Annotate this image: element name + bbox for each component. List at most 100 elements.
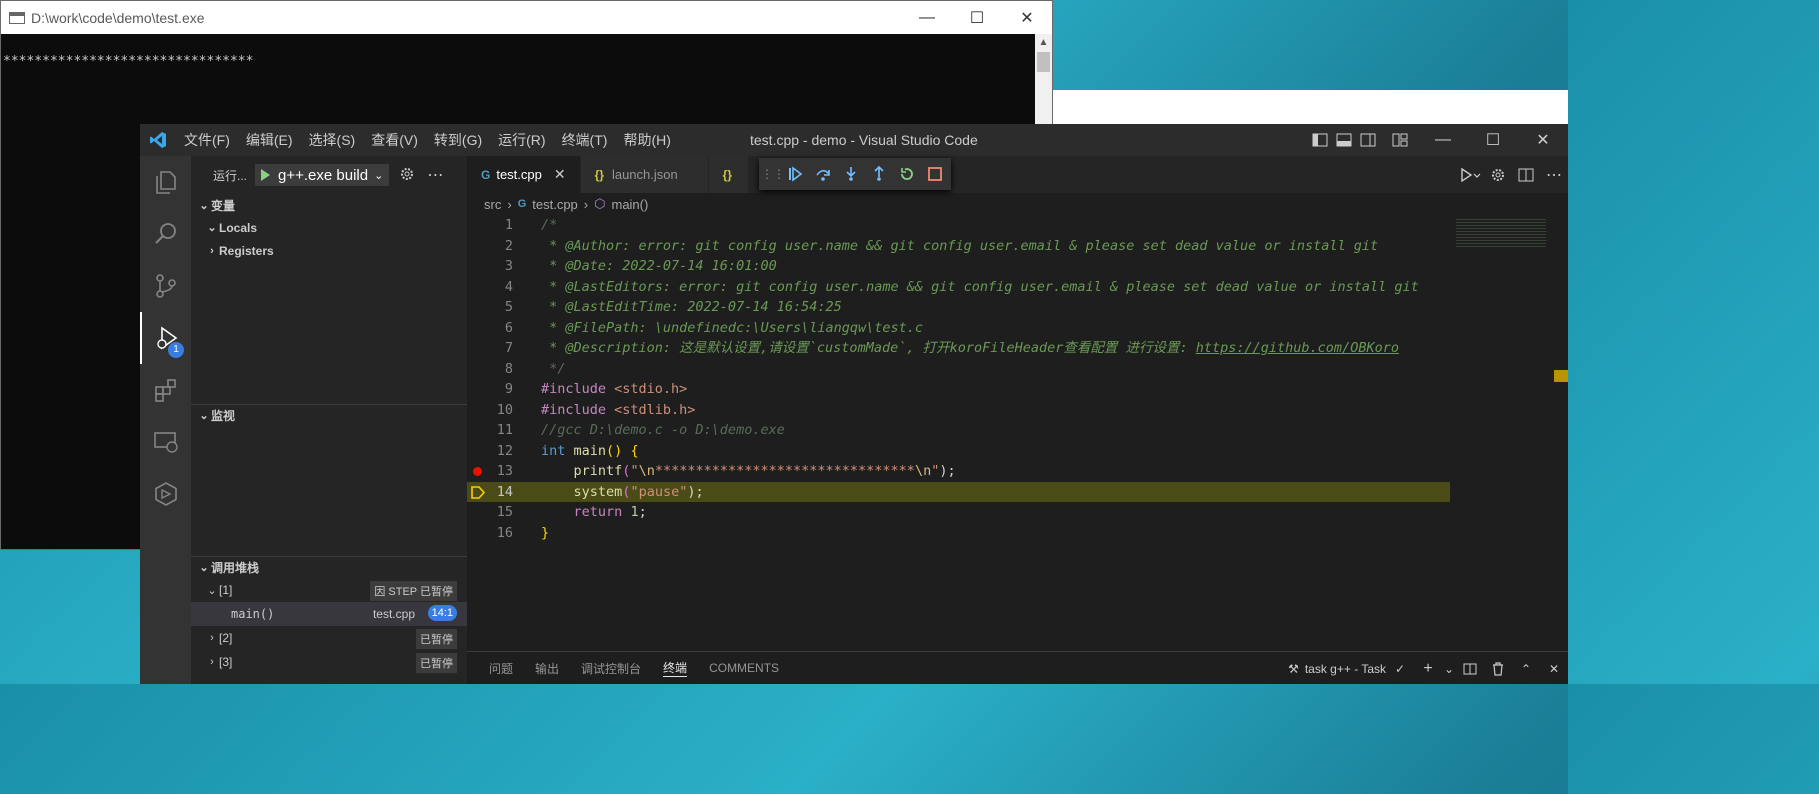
toggle-panel-icon[interactable] bbox=[1332, 133, 1356, 147]
variables-section-header[interactable]: ⌄ 变量 bbox=[191, 194, 467, 216]
code-line: 3 * @Date: 2022-07-14 16:01:00 bbox=[467, 256, 1450, 277]
punctuation: ; bbox=[638, 504, 647, 520]
breadcrumb-file[interactable]: test.cpp bbox=[532, 197, 578, 212]
maximize-panel-icon[interactable]: ⌃ bbox=[1512, 662, 1540, 676]
maximize-icon[interactable]: ☐ bbox=[952, 1, 1002, 34]
start-debugging-icon[interactable] bbox=[261, 169, 271, 181]
tab-debug-console[interactable]: 调试控制台 bbox=[581, 660, 641, 677]
minimap[interactable] bbox=[1450, 215, 1568, 655]
tab-problems[interactable]: 问题 bbox=[489, 660, 513, 677]
search-icon[interactable] bbox=[140, 208, 191, 260]
extensions-icon[interactable] bbox=[140, 364, 191, 416]
include-path: <stdio.h> bbox=[606, 381, 688, 397]
cpp-file-icon: G bbox=[517, 198, 527, 210]
menu-terminal[interactable]: 终端(T) bbox=[554, 130, 616, 150]
run-debug-dropdown-icon[interactable] bbox=[1456, 167, 1484, 183]
toggle-sidebar-icon[interactable] bbox=[1308, 133, 1332, 147]
debug-sidebar: 运行... g++.exe build ⌄ ⋯ ⌄ 变量 ⌄ Locals › Reg… bbox=[191, 156, 467, 684]
description-link[interactable]: https://github.com/OBKoro bbox=[1196, 340, 1399, 356]
continue-icon[interactable] bbox=[781, 166, 809, 182]
thread-row[interactable]: › [2] 已暂停 bbox=[191, 626, 467, 650]
scroll-thumb[interactable] bbox=[1037, 52, 1050, 72]
line-number: 5 bbox=[504, 299, 513, 315]
tab-json[interactable]: {} bbox=[708, 156, 749, 193]
locals-label: Locals bbox=[219, 220, 258, 235]
vscode-logo-icon bbox=[140, 131, 176, 149]
menu-selection[interactable]: 选择(S) bbox=[301, 130, 364, 150]
thread-row[interactable]: ⌄ [1] 因 STEP 已暂停 bbox=[191, 578, 467, 602]
split-terminal-icon[interactable] bbox=[1456, 663, 1484, 675]
tab-output[interactable]: 输出 bbox=[535, 660, 559, 677]
tab-launch-json[interactable]: {} launch.json bbox=[580, 156, 709, 193]
explorer-icon[interactable] bbox=[140, 156, 191, 208]
trash-icon[interactable] bbox=[1484, 661, 1512, 676]
tab-comments[interactable]: COMMENTS bbox=[709, 661, 779, 675]
minimize-icon[interactable]: — bbox=[902, 1, 952, 34]
stack-frame-row[interactable]: main() test.cpp 14:1 bbox=[191, 602, 467, 626]
testing-icon[interactable] bbox=[140, 468, 191, 520]
step-out-icon[interactable] bbox=[865, 166, 893, 182]
thread-name: [1] bbox=[219, 583, 233, 597]
minimap-content bbox=[1456, 219, 1546, 247]
menu-help[interactable]: 帮助(H) bbox=[615, 130, 678, 150]
vscode-close-icon[interactable]: ✕ bbox=[1518, 124, 1568, 156]
scroll-up-icon[interactable]: ▲ bbox=[1035, 34, 1052, 51]
step-into-icon[interactable] bbox=[837, 166, 865, 182]
line-number: 13 bbox=[496, 463, 513, 479]
code-line: 9 #include <stdio.h> bbox=[467, 379, 1450, 400]
breadcrumb-folder[interactable]: src bbox=[484, 197, 501, 212]
symbol-method-icon: ⬡ bbox=[594, 196, 606, 211]
customize-layout-icon[interactable] bbox=[1388, 133, 1412, 147]
breadcrumb: src › G test.cpp › ⬡ main() bbox=[467, 193, 1568, 215]
menu-go[interactable]: 转到(G) bbox=[426, 130, 490, 150]
toggle-secondary-sidebar-icon[interactable] bbox=[1356, 133, 1380, 147]
source-control-icon[interactable] bbox=[140, 260, 191, 312]
escape: \n bbox=[638, 463, 655, 479]
close-tab-icon[interactable]: ✕ bbox=[554, 166, 566, 183]
menu-file[interactable]: 文件(F) bbox=[176, 130, 238, 150]
number: 1 bbox=[630, 504, 639, 520]
vscode-titlebar[interactable]: 文件(F) 编辑(E) 选择(S) 查看(V) 转到(G) 运行(R) 终端(T… bbox=[140, 124, 1568, 156]
more-actions-icon[interactable]: ⋯ bbox=[1540, 165, 1568, 185]
tree-item-registers[interactable]: › Registers bbox=[191, 239, 467, 262]
close-panel-icon[interactable]: ✕ bbox=[1540, 662, 1568, 676]
run-debug-icon[interactable]: 1 bbox=[140, 312, 191, 364]
vscode-minimize-icon[interactable]: — bbox=[1418, 124, 1468, 156]
console-titlebar[interactable]: D:\work\code\demo\test.exe — ☐ ✕ bbox=[1, 1, 1052, 34]
restart-icon[interactable] bbox=[893, 166, 921, 182]
remote-explorer-icon[interactable] bbox=[140, 416, 191, 468]
vscode-maximize-icon[interactable]: ☐ bbox=[1468, 124, 1518, 156]
more-actions-icon[interactable]: ⋯ bbox=[427, 165, 443, 185]
launch-config-select[interactable]: g++.exe build ⌄ bbox=[255, 164, 390, 186]
menu-edit[interactable]: 编辑(E) bbox=[238, 130, 301, 150]
gear-icon[interactable] bbox=[399, 166, 415, 185]
drag-handle-icon[interactable]: ⋮⋮ bbox=[761, 167, 785, 181]
tab-terminal[interactable]: 终端 bbox=[663, 659, 688, 677]
chevron-down-icon: ⌄ bbox=[199, 199, 209, 212]
vscode-window[interactable]: 文件(F) 编辑(E) 选择(S) 查看(V) 转到(G) 运行(R) 终端(T… bbox=[140, 124, 1568, 684]
menu-run[interactable]: 运行(R) bbox=[490, 130, 553, 150]
chevron-down-icon[interactable]: ⌄ bbox=[1442, 662, 1456, 676]
split-editor-icon[interactable] bbox=[1512, 168, 1540, 182]
menu-view[interactable]: 查看(V) bbox=[363, 130, 426, 150]
thread-row[interactable]: › [3] 已暂停 bbox=[191, 650, 467, 674]
callstack-section-header[interactable]: ⌄ 调用堆栈 bbox=[191, 556, 467, 578]
tab-test-cpp[interactable]: G test.cpp ✕ bbox=[467, 156, 581, 193]
settings-gear-icon[interactable] bbox=[1484, 167, 1512, 183]
code-editor[interactable]: 1 /* 2 * @Author: error: git config user.… bbox=[467, 215, 1450, 575]
stop-icon[interactable] bbox=[921, 166, 949, 182]
code-line: 13 printf("\n***************************… bbox=[467, 461, 1450, 482]
watch-section-header[interactable]: ⌄ 监视 bbox=[191, 404, 467, 426]
terminal-task-select[interactable]: task g++ - Task bbox=[1305, 662, 1386, 676]
new-terminal-icon[interactable]: + bbox=[1414, 660, 1442, 678]
code-line: 1 /* bbox=[467, 215, 1450, 236]
tree-item-locals[interactable]: ⌄ Locals bbox=[191, 216, 467, 239]
close-icon[interactable]: ✕ bbox=[1002, 1, 1052, 34]
current-execution-line: 14 system("pause"); bbox=[467, 481, 1450, 502]
keyword: int bbox=[541, 442, 566, 459]
json-file-icon: {} bbox=[594, 167, 604, 182]
breadcrumb-symbol[interactable]: main() bbox=[611, 197, 648, 212]
punctuation: ); bbox=[939, 463, 956, 479]
thread-name: [2] bbox=[219, 631, 233, 645]
step-over-icon[interactable] bbox=[809, 166, 837, 182]
